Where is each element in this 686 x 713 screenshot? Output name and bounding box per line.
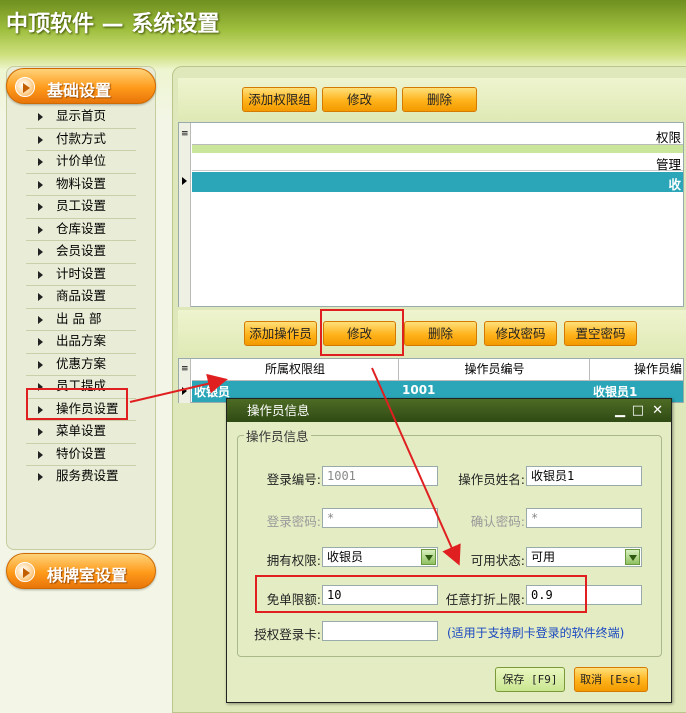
arrow-to-fields	[371, 367, 461, 566]
annotation-arrows	[129, 367, 461, 566]
arrow-to-dialog	[129, 373, 228, 403]
